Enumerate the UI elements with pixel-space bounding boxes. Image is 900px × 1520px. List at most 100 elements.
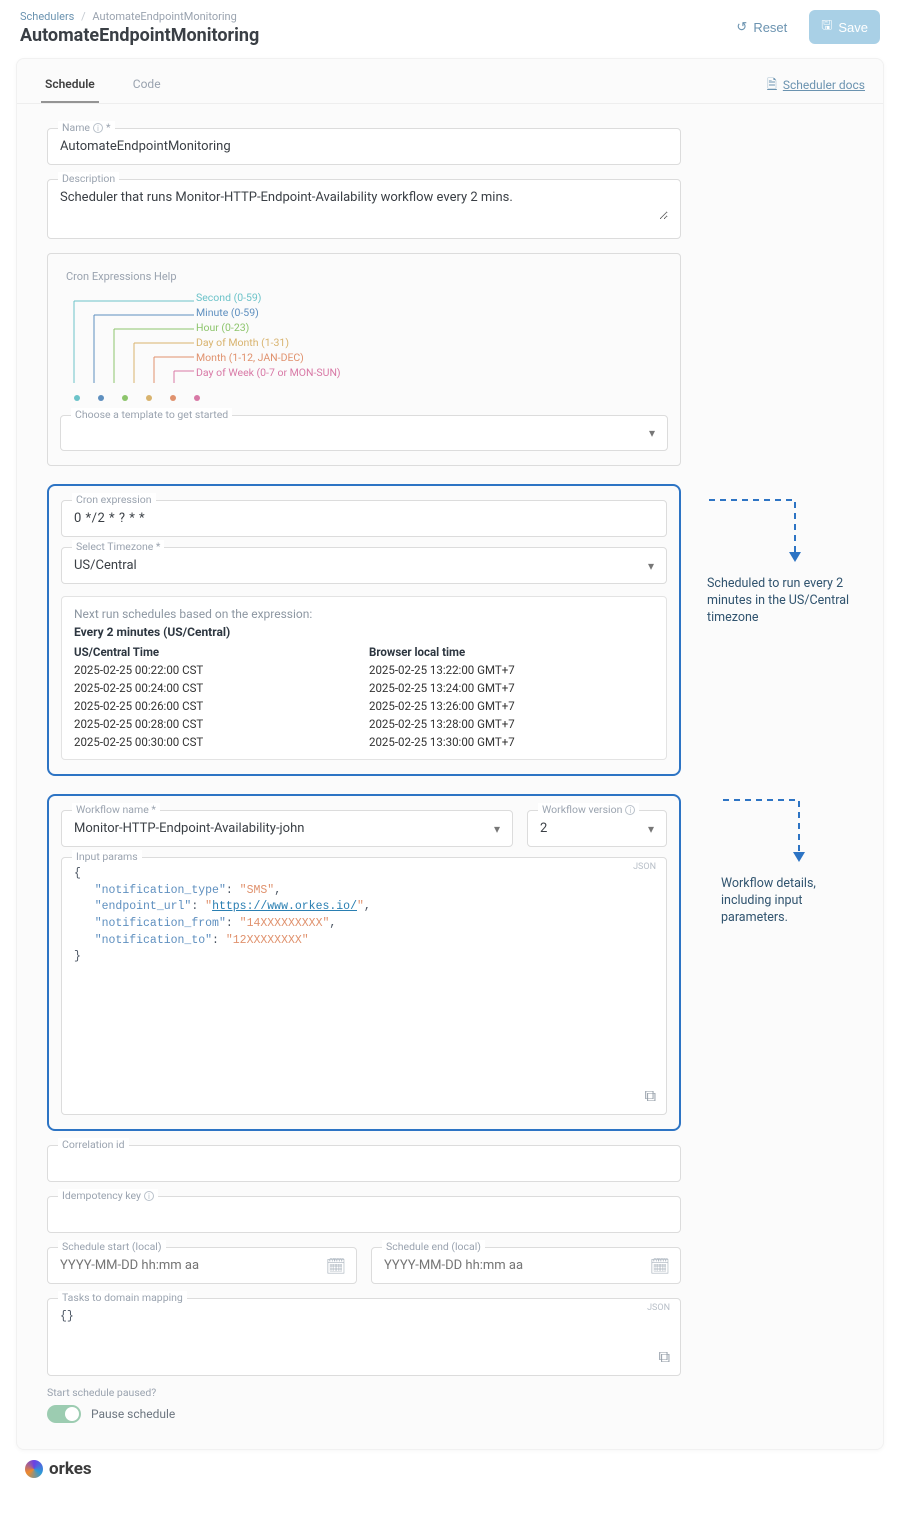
brand-name: orkes — [49, 1459, 92, 1479]
save-label: Save — [838, 20, 868, 35]
schedule-start-field[interactable]: Schedule start (local) 🗓 — [47, 1247, 357, 1284]
pause-toggle[interactable] — [47, 1405, 81, 1423]
pause-toggle-label: Pause schedule — [91, 1407, 175, 1421]
cron-help-panel: Cron Expressions Help Se — [47, 253, 681, 466]
schedule-end-field[interactable]: Schedule end (local) 🗓 — [371, 1247, 681, 1284]
table-cell: 2025-02-25 13:28:00 GMT+7 — [369, 717, 654, 731]
name-label: Name — [62, 121, 90, 134]
copy-icon[interactable]: ⧉ — [659, 1347, 670, 1367]
cron-part-second: Second (0-59) — [196, 291, 662, 304]
workflow-name-value: Monitor-HTTP-Endpoint-Availability-john — [74, 821, 304, 836]
cron-dots — [74, 395, 662, 401]
name-input[interactable] — [60, 139, 668, 154]
info-icon: i — [625, 805, 635, 815]
breadcrumb-sep: / — [81, 10, 86, 23]
schedule-start-input[interactable] — [60, 1258, 344, 1273]
workflow-highlight-box: Workflow name * Monitor-HTTP-Endpoint-Av… — [47, 794, 681, 1131]
breadcrumb-root[interactable]: Schedulers — [20, 10, 74, 23]
input-params-label: Input params — [72, 850, 142, 863]
calendar-icon[interactable]: 🗓 — [326, 1256, 346, 1275]
cron-expression-input[interactable] — [74, 511, 654, 526]
schedule-end-input[interactable] — [384, 1258, 668, 1273]
table-cell: 2025-02-25 13:24:00 GMT+7 — [369, 681, 654, 695]
tab-schedule[interactable]: Schedule — [41, 67, 99, 103]
timezone-select[interactable]: Select Timezone * US/Central▾ — [61, 547, 667, 584]
table-cell: 2025-02-25 13:22:00 GMT+7 — [369, 663, 654, 677]
next-runs-summary: Every 2 minutes (US/Central) — [74, 625, 654, 639]
json-badge: JSON — [647, 1303, 670, 1313]
info-icon: i — [93, 123, 103, 133]
docs-icon: 🗎 — [767, 75, 777, 96]
schedule-end-label: Schedule end (local) — [382, 1240, 485, 1253]
workflow-name-label: Workflow name * — [72, 803, 160, 816]
pause-label: Start schedule paused? — [47, 1386, 681, 1399]
schedule-start-label: Schedule start (local) — [58, 1240, 166, 1253]
next-runs-panel: Next run schedules based on the expressi… — [61, 596, 667, 760]
description-input[interactable]: Scheduler that runs Monitor-HTTP-Endpoin… — [60, 190, 668, 220]
idempotency-key-field[interactable]: Idempotency key i — [47, 1196, 681, 1233]
save-button[interactable]: 🖫 Save — [809, 10, 880, 44]
table-cell: 2025-02-25 13:26:00 GMT+7 — [369, 699, 654, 713]
table-cell: 2025-02-25 00:22:00 CST — [74, 663, 359, 677]
timezone-label: Select Timezone * — [72, 540, 164, 553]
idempotency-key-label: Idempotency key — [62, 1189, 141, 1202]
col-browser-local: Browser local time — [369, 645, 654, 659]
next-runs-subtitle: Next run schedules based on the expressi… — [74, 607, 654, 621]
tab-code[interactable]: Code — [129, 67, 165, 103]
chevron-down-icon: ▾ — [648, 559, 654, 573]
domain-mapping-field[interactable]: Tasks to domain mapping JSON {} ⧉ — [47, 1298, 681, 1376]
table-cell: 2025-02-25 00:28:00 CST — [74, 717, 359, 731]
cron-part-month: Month (1-12, JAN-DEC) — [196, 351, 662, 364]
reset-label: Reset — [753, 20, 787, 35]
input-params-json[interactable]: { "notification_type": "SMS", "endpoint_… — [74, 866, 654, 966]
copy-icon[interactable]: ⧉ — [645, 1086, 656, 1106]
logo-icon — [25, 1460, 43, 1478]
annotation-schedule-text: Scheduled to run every 2 minutes in the … — [707, 576, 857, 627]
cron-expression-label: Cron expression — [72, 493, 156, 506]
cron-template-label: Choose a template to get started — [71, 408, 232, 421]
chevron-down-icon: ▾ — [494, 822, 500, 836]
chevron-down-icon: ▾ — [649, 426, 655, 440]
timezone-value: US/Central — [74, 558, 137, 573]
cron-part-dom: Day of Month (1-31) — [196, 336, 662, 349]
required-star: * — [106, 121, 111, 134]
annotation-schedule: Scheduled to run every 2 minutes in the … — [707, 498, 857, 627]
calendar-icon[interactable]: 🗓 — [650, 1256, 670, 1275]
save-icon: 🖫 — [821, 16, 832, 38]
cron-part-minute: Minute (0-59) — [196, 306, 662, 319]
description-field[interactable]: Description Scheduler that runs Monitor-… — [47, 179, 681, 239]
correlation-id-field[interactable]: Correlation id — [47, 1145, 681, 1182]
breadcrumb: Schedulers / AutomateEndpointMonitoring — [20, 10, 259, 23]
table-cell: 2025-02-25 00:24:00 CST — [74, 681, 359, 695]
chevron-down-icon: ▾ — [648, 822, 654, 836]
workflow-version-label: Workflow version — [542, 803, 622, 816]
cron-template-select[interactable]: Choose a template to get started ▾ — [60, 415, 668, 451]
correlation-id-label: Correlation id — [58, 1138, 129, 1151]
cron-expression-field[interactable]: Cron expression — [61, 500, 667, 537]
cron-bracket-graphic — [66, 291, 196, 389]
scheduler-docs-link[interactable]: 🗎 Scheduler docs — [767, 75, 865, 96]
name-field[interactable]: Name i* — [47, 128, 681, 165]
cron-part-dow: Day of Week (0-7 or MON-SUN) — [196, 366, 662, 379]
cron-highlight-box: Cron expression Select Timezone * US/Cen… — [47, 484, 681, 776]
topbar: Schedulers / AutomateEndpointMonitoring … — [16, 4, 884, 50]
idempotency-key-input[interactable] — [60, 1207, 668, 1222]
json-badge: JSON — [633, 862, 656, 872]
breadcrumb-current: AutomateEndpointMonitoring — [92, 10, 236, 23]
workflow-version-select[interactable]: Workflow version i 2▾ — [527, 810, 667, 847]
description-label: Description — [58, 172, 119, 185]
domain-mapping-label: Tasks to domain mapping — [58, 1291, 187, 1304]
workflow-name-select[interactable]: Workflow name * Monitor-HTTP-Endpoint-Av… — [61, 810, 513, 847]
annotation-workflow: Workflow details, including input parame… — [721, 798, 861, 927]
domain-mapping-json[interactable]: {} — [60, 1309, 668, 1326]
table-cell: 2025-02-25 00:26:00 CST — [74, 699, 359, 713]
page-title: AutomateEndpointMonitoring — [20, 25, 259, 46]
brand-logo: orkes — [25, 1459, 92, 1479]
correlation-id-input[interactable] — [60, 1156, 668, 1171]
annotation-workflow-text: Workflow details, including input parame… — [721, 876, 861, 927]
table-cell: 2025-02-25 13:30:00 GMT+7 — [369, 735, 654, 749]
tabs: Schedule Code — [41, 67, 165, 103]
cron-part-hour: Hour (0-23) — [196, 321, 662, 334]
reset-button[interactable]: ↺ Reset — [724, 13, 799, 41]
input-params-field[interactable]: Input params JSON { "notification_type":… — [61, 857, 667, 1115]
